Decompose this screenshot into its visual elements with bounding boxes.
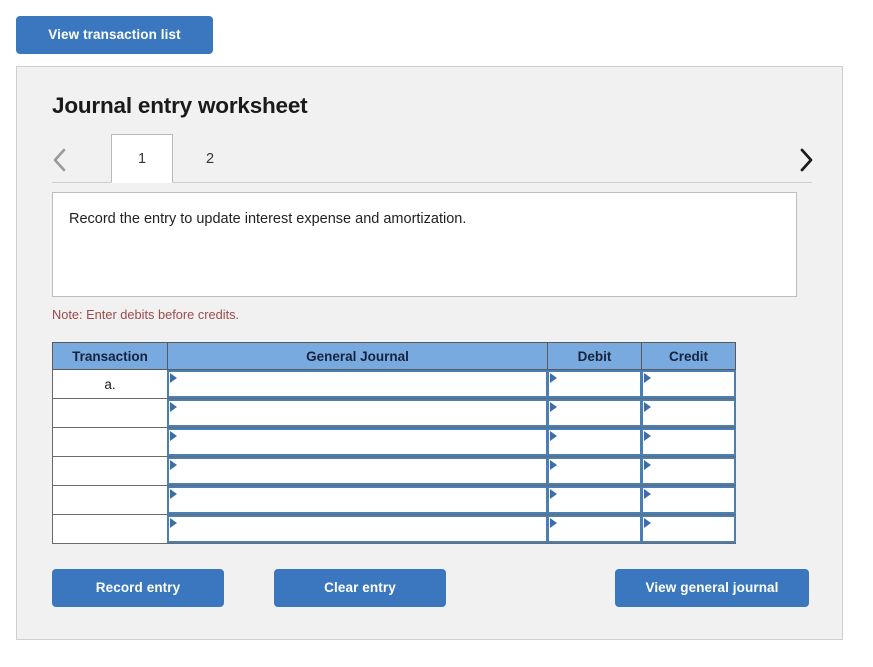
general-journal-input[interactable] [167, 457, 548, 485]
tab-page-2[interactable]: 2 [179, 134, 241, 183]
table-row [52, 427, 736, 457]
debit-input[interactable] [547, 515, 642, 543]
table-row [52, 514, 736, 544]
journal-entry-worksheet-screen: View transaction list Journal entry work… [0, 0, 873, 667]
general-journal-input[interactable] [167, 399, 548, 427]
general-journal-input-cell [167, 398, 548, 428]
journal-entry-table: Transaction General Journal Debit Credit… [52, 342, 736, 544]
credit-input-cell [641, 369, 736, 399]
column-header-credit: Credit [641, 342, 736, 370]
debit-input[interactable] [547, 486, 642, 514]
general-journal-input[interactable] [167, 515, 548, 543]
general-journal-input-cell [167, 369, 548, 399]
debit-input-cell [547, 456, 642, 486]
column-header-debit: Debit [547, 342, 642, 370]
debit-input-cell [547, 485, 642, 515]
credit-input-cell [641, 514, 736, 544]
record-entry-button[interactable]: Record entry [52, 569, 224, 607]
table-header-row: Transaction General Journal Debit Credit [52, 342, 736, 370]
tab-page-1[interactable]: 1 [111, 134, 173, 183]
debit-input-cell [547, 369, 642, 399]
debit-input[interactable] [547, 370, 642, 398]
clear-entry-button[interactable]: Clear entry [274, 569, 446, 607]
credit-input-cell [641, 427, 736, 457]
credit-input[interactable] [641, 486, 736, 514]
credit-input-cell [641, 398, 736, 428]
column-header-transaction: Transaction [52, 342, 168, 370]
view-transaction-list-button[interactable]: View transaction list [16, 16, 213, 54]
view-general-journal-button[interactable]: View general journal [615, 569, 809, 607]
credit-input-cell [641, 456, 736, 486]
general-journal-input[interactable] [167, 370, 548, 398]
credit-input-cell [641, 485, 736, 515]
page-title: Journal entry worksheet [52, 93, 308, 118]
general-journal-input[interactable] [167, 486, 548, 514]
credit-input[interactable] [641, 399, 736, 427]
general-journal-input-cell [167, 514, 548, 544]
entry-description-text: Record the entry to update interest expe… [69, 211, 467, 227]
transaction-label-cell: a. [52, 369, 168, 399]
entry-description-box: Record the entry to update interest expe… [52, 192, 797, 297]
tab-strip: 1 2 [36, 134, 826, 193]
general-journal-input[interactable] [167, 428, 548, 456]
transaction-label-cell [52, 456, 168, 486]
credit-input[interactable] [641, 428, 736, 456]
table-row [52, 485, 736, 515]
debit-input[interactable] [547, 399, 642, 427]
debit-input-cell [547, 427, 642, 457]
debit-input[interactable] [547, 457, 642, 485]
chevron-left-icon[interactable] [46, 144, 74, 176]
debit-input-cell [547, 398, 642, 428]
transaction-label-cell [52, 427, 168, 457]
column-header-general-journal: General Journal [167, 342, 548, 370]
transaction-label-cell [52, 398, 168, 428]
table-row: a. [52, 369, 736, 399]
credit-input[interactable] [641, 515, 736, 543]
chevron-right-icon[interactable] [792, 144, 820, 176]
credit-input[interactable] [641, 370, 736, 398]
worksheet-panel: Journal entry worksheet 1 2 Record the e… [16, 66, 843, 640]
debits-before-credits-note: Note: Enter debits before credits. [52, 307, 240, 322]
debit-input[interactable] [547, 428, 642, 456]
transaction-label-cell [52, 485, 168, 515]
general-journal-input-cell [167, 485, 548, 515]
transaction-label-cell [52, 514, 168, 544]
debit-input-cell [547, 514, 642, 544]
general-journal-input-cell [167, 456, 548, 486]
general-journal-input-cell [167, 427, 548, 457]
table-row [52, 456, 736, 486]
table-row [52, 398, 736, 428]
credit-input[interactable] [641, 457, 736, 485]
